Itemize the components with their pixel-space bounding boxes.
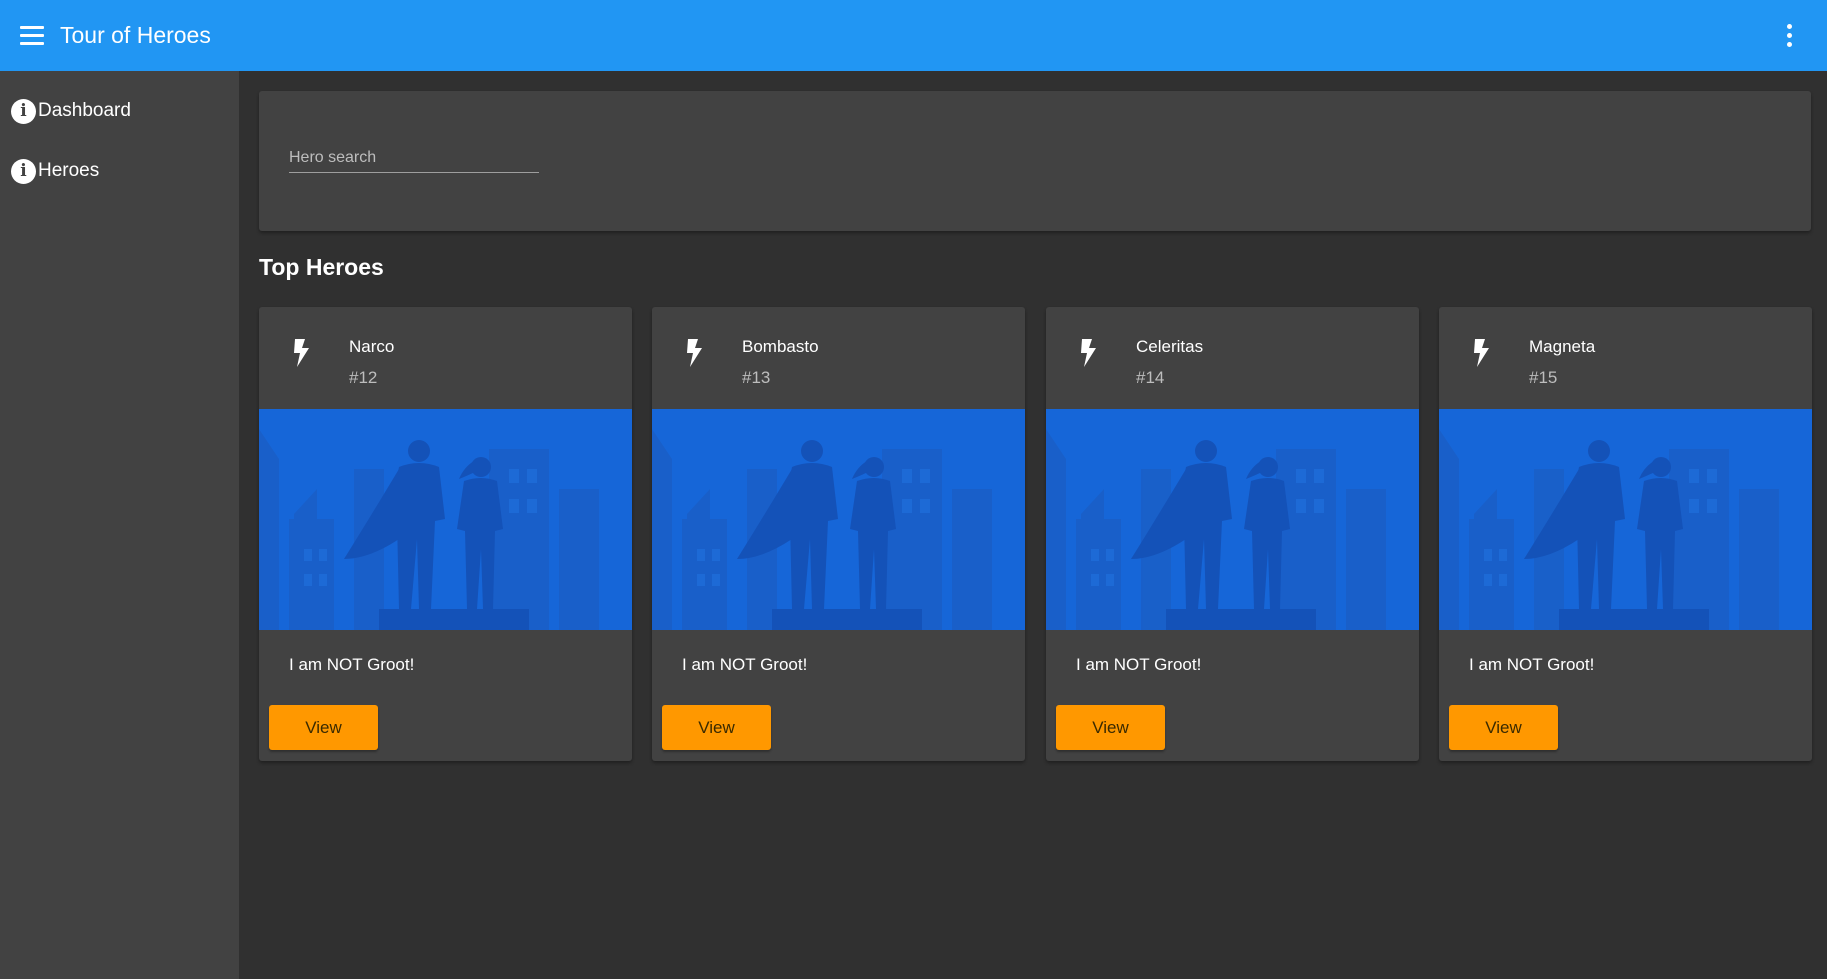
more-vert-icon[interactable] bbox=[1779, 21, 1799, 51]
hero-name: Magneta bbox=[1529, 337, 1596, 356]
lightning-bolt-icon bbox=[1474, 339, 1489, 367]
hero-card-text: I am NOT Groot! bbox=[289, 655, 415, 674]
app-toolbar: Tour of Heroes bbox=[0, 0, 1827, 71]
hero-id: #13 bbox=[742, 368, 771, 387]
sidenav: i Dashboard i Heroes bbox=[0, 71, 239, 979]
lightning-bolt-icon bbox=[1081, 339, 1096, 367]
lightning-bolt-icon bbox=[687, 339, 702, 367]
hero-image bbox=[259, 409, 632, 630]
info-icon: i bbox=[11, 98, 36, 124]
hero-card-header: Celeritas #14 bbox=[1046, 307, 1419, 409]
hero-card-header: Narco #12 bbox=[259, 307, 632, 409]
app-title: Tour of Heroes bbox=[60, 22, 211, 48]
view-button[interactable]: View bbox=[269, 705, 378, 750]
sidenav-item-label: Dashboard bbox=[38, 100, 131, 121]
hero-id: #12 bbox=[349, 368, 378, 387]
sidenav-item-label: Heroes bbox=[38, 160, 100, 181]
hero-image bbox=[652, 409, 1025, 630]
lightning-bolt-icon bbox=[294, 339, 309, 367]
hero-card: Celeritas #14 I am NOT Groot! View bbox=[1046, 307, 1419, 761]
hero-id: #14 bbox=[1136, 368, 1165, 387]
view-button[interactable]: View bbox=[1449, 705, 1558, 750]
hero-image bbox=[1046, 409, 1419, 630]
sidenav-item-dashboard[interactable]: i Dashboard bbox=[0, 97, 239, 125]
hero-name: Bombasto bbox=[742, 337, 819, 356]
hero-search-input[interactable] bbox=[289, 143, 539, 172]
view-button[interactable]: View bbox=[1056, 705, 1165, 750]
hero-card: Narco #12 I am NOT Groot! View bbox=[259, 307, 632, 761]
hero-card: Magneta #15 I am NOT Groot! View bbox=[1439, 307, 1812, 761]
hero-card: Bombasto #13 I am NOT Groot! View bbox=[652, 307, 1025, 761]
hero-id: #15 bbox=[1529, 368, 1558, 387]
hero-card-header: Magneta #15 bbox=[1439, 307, 1812, 409]
hero-name: Narco bbox=[349, 337, 395, 356]
hero-search-field bbox=[289, 143, 539, 173]
sidenav-item-heroes[interactable]: i Heroes bbox=[0, 157, 239, 185]
view-button[interactable]: View bbox=[662, 705, 771, 750]
hero-card-text: I am NOT Groot! bbox=[1076, 655, 1202, 674]
hero-card-text: I am NOT Groot! bbox=[682, 655, 808, 674]
top-heroes-title: Top Heroes bbox=[259, 254, 384, 280]
menu-icon[interactable] bbox=[20, 25, 46, 47]
hero-search-card bbox=[259, 91, 1811, 231]
hero-card-header: Bombasto #13 bbox=[652, 307, 1025, 409]
info-icon: i bbox=[11, 158, 36, 184]
hero-name: Celeritas bbox=[1136, 337, 1204, 356]
hero-card-text: I am NOT Groot! bbox=[1469, 655, 1595, 674]
hero-image bbox=[1439, 409, 1812, 630]
